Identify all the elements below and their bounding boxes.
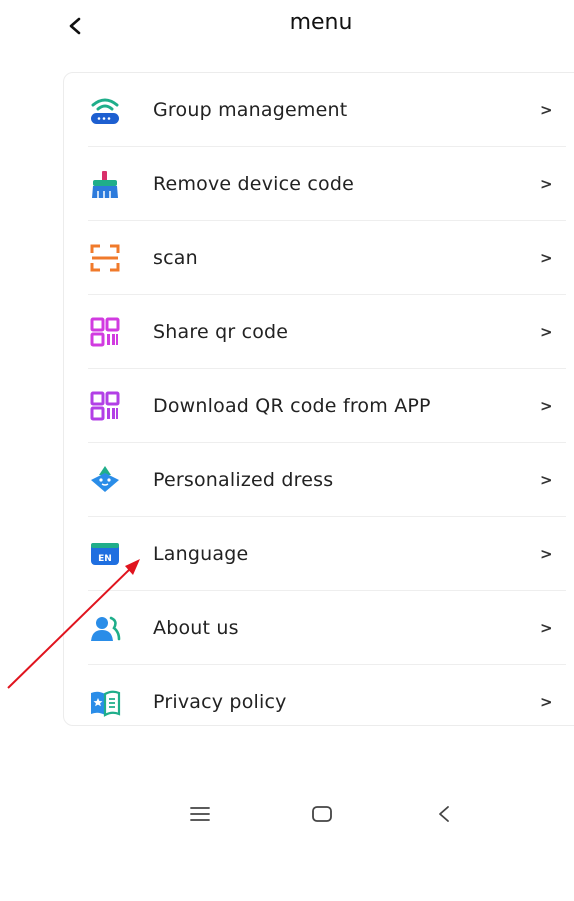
scan-frame-icon [88,241,122,275]
book-icon [88,685,122,719]
qr-code-icon [88,315,122,349]
menu-item-personalized-dress[interactable]: Personalized dress > [88,443,566,517]
menu-item-language[interactable]: EN Language > [88,517,566,591]
menu-item-label: Remove device code [153,173,355,195]
menu-item-label: Personalized dress [153,469,334,491]
chevron-right-icon: > [540,619,553,637]
chevron-right-icon: > [540,101,553,119]
back-triangle-icon [439,806,449,822]
menu-card: Group management > Remove device code > … [63,72,574,726]
menu-item-label: Privacy policy [153,691,287,713]
menu-item-label: Group management [153,99,348,121]
menu-item-share-qr-code[interactable]: Share qr code > [88,295,566,369]
robot-face-icon [88,463,122,497]
language-en-icon: EN [88,537,122,571]
page-title: menu [289,10,353,35]
chevron-right-icon: > [540,175,553,193]
broom-icon [88,167,122,201]
system-nav-bar [0,780,574,840]
chevron-right-icon: > [540,397,553,415]
menu-item-label: About us [153,617,239,639]
chevron-right-icon: > [540,471,553,489]
users-icon [88,611,122,645]
menu-item-label: scan [153,247,198,269]
menu-item-label: Share qr code [153,321,289,343]
home-square-icon [312,806,332,822]
menu-item-privacy-policy[interactable]: Privacy policy > [88,665,558,739]
menu-item-scan[interactable]: scan > [88,221,566,295]
back-nav-button[interactable] [424,794,464,834]
menu-item-remove-device-code[interactable]: Remove device code > [88,147,566,221]
qr-code-icon [88,389,122,423]
home-button[interactable] [302,794,342,834]
menu-item-about-us[interactable]: About us > [88,591,566,665]
menu-item-label: Download QR code from APP [153,395,431,417]
recent-apps-button[interactable] [180,794,220,834]
svg-text:EN: EN [98,554,112,564]
menu-lines-icon [190,807,210,821]
chevron-right-icon: > [540,249,553,267]
chevron-right-icon: > [540,323,553,341]
menu-item-group-management[interactable]: Group management > [88,73,566,147]
router-wifi-icon [88,93,122,127]
chevron-right-icon: > [540,693,553,711]
chevron-right-icon: > [540,545,553,563]
menu-item-download-qr-code[interactable]: Download QR code from APP > [88,369,566,443]
menu-item-label: Language [153,543,249,565]
app-header: menu [0,0,574,52]
